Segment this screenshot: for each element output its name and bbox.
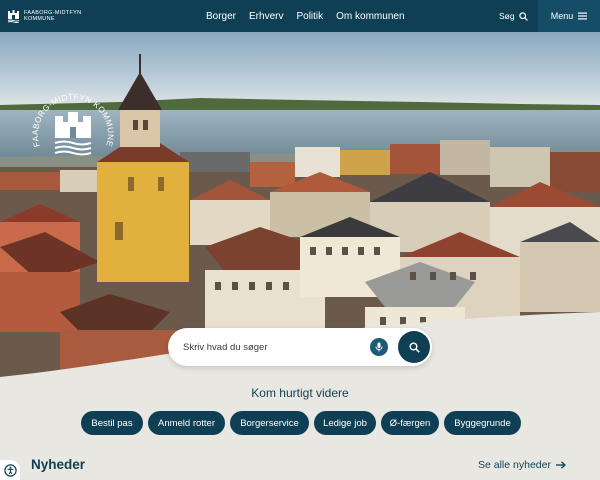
see-all-news-link[interactable]: Se alle nyheder: [478, 459, 566, 471]
quick-link-oe-faergen[interactable]: Ø-færgen: [381, 411, 439, 435]
quick-link-anmeld-rotter[interactable]: Anmeld rotter: [148, 411, 225, 435]
nav-item-om-kommunen[interactable]: Om kommunen: [336, 11, 404, 22]
top-navigation-bar: FAABORG-MIDTFYN KOMMUNE Borger Erhverv P…: [0, 0, 600, 32]
coat-of-arms-icon: [7, 9, 20, 23]
accessibility-button[interactable]: [0, 460, 20, 480]
quick-link-ledige-job[interactable]: Ledige job: [314, 411, 376, 435]
search-submit-button[interactable]: [398, 331, 430, 363]
site-search-bar: [168, 328, 432, 366]
brand-text: FAABORG-MIDTFYN KOMMUNE: [24, 10, 81, 22]
coat-of-arms-icon: FAABORG-MIDTFYN KOMMUNE: [31, 92, 115, 156]
main-navigation: Borger Erhverv Politik Om kommunen: [206, 0, 405, 32]
nav-item-erhverv[interactable]: Erhverv: [249, 11, 283, 22]
quick-links-title: Kom hurtigt videre: [251, 386, 349, 400]
search-icon: [409, 342, 420, 353]
menu-icon: [578, 12, 588, 20]
news-heading: Nyheder: [31, 457, 86, 472]
header-search-button[interactable]: Søg: [499, 0, 528, 32]
search-input[interactable]: [183, 341, 373, 353]
header-search-label: Søg: [499, 11, 515, 21]
quick-links: Bestil pas Anmeld rotter Borgerservice L…: [81, 411, 521, 435]
quick-link-borgerservice[interactable]: Borgerservice: [230, 411, 309, 435]
search-icon: [518, 11, 528, 21]
arrow-right-icon: [555, 461, 566, 469]
accessibility-icon: [3, 463, 17, 477]
microphone-icon: [375, 342, 383, 352]
menu-button[interactable]: Menu: [538, 0, 600, 32]
quick-link-bestil-pas[interactable]: Bestil pas: [81, 411, 143, 435]
brand-logo-link[interactable]: FAABORG-MIDTFYN KOMMUNE: [0, 9, 120, 23]
menu-label: Menu: [550, 11, 574, 21]
nav-item-borger[interactable]: Borger: [206, 11, 236, 22]
brand-line-2: KOMMUNE: [24, 16, 55, 22]
voice-search-button[interactable]: [370, 338, 388, 356]
nav-item-politik[interactable]: Politik: [296, 11, 323, 22]
see-all-news-label: Se alle nyheder: [478, 459, 551, 471]
quick-link-byggegrunde[interactable]: Byggegrunde: [444, 411, 521, 435]
